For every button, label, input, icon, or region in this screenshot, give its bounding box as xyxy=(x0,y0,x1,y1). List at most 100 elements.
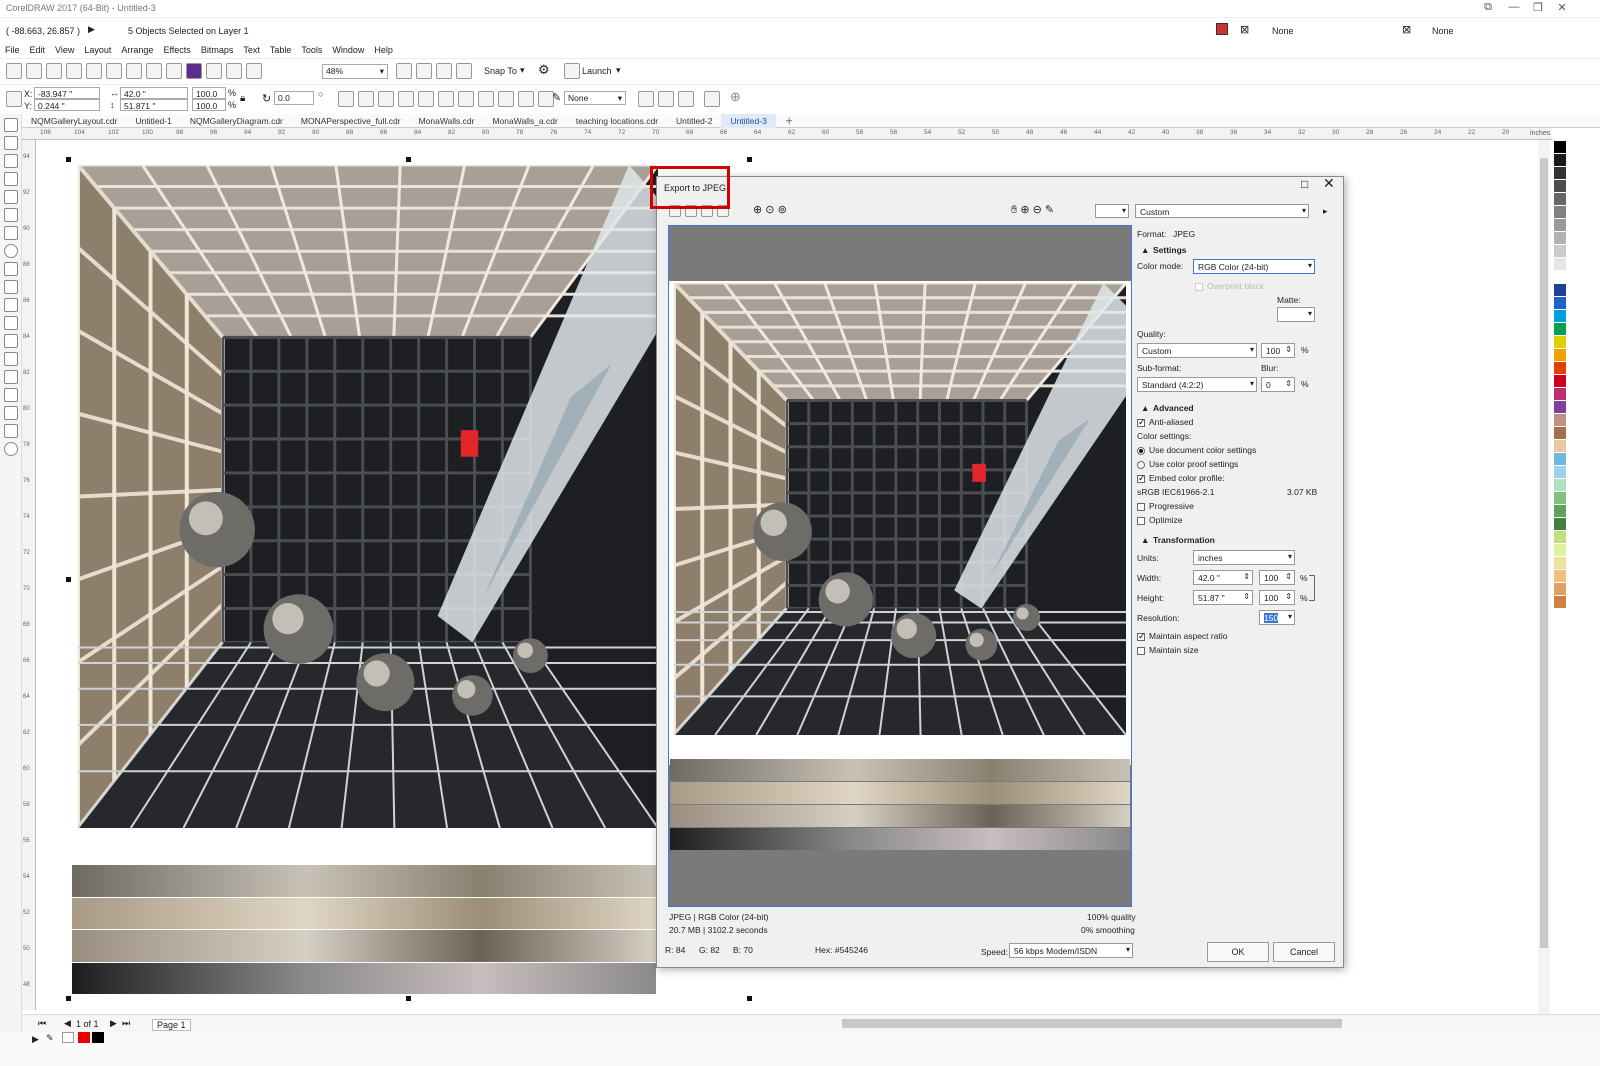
palette-swatch[interactable] xyxy=(1554,297,1566,309)
tab-teaching-locations[interactable]: teaching locations.cdr xyxy=(567,114,667,128)
new-document-icon[interactable] xyxy=(6,63,22,79)
copy-icon[interactable] xyxy=(106,63,122,79)
to-front-icon[interactable] xyxy=(658,91,674,107)
stepper-icon[interactable]: ⇕ xyxy=(1285,592,1292,602)
palette-swatch[interactable] xyxy=(1554,362,1566,374)
connector-tool-icon[interactable] xyxy=(4,316,18,330)
launch-icon[interactable] xyxy=(564,63,580,79)
palette-swatch[interactable] xyxy=(1554,310,1566,322)
menu-help[interactable]: Help xyxy=(369,43,398,57)
gallery-perspective-image[interactable] xyxy=(78,165,658,828)
object-origin-icon[interactable] xyxy=(6,91,22,107)
speed-select[interactable]: 56 kbps Modem/ISDN ▾ xyxy=(1009,943,1133,958)
dimension-tool-icon[interactable] xyxy=(4,298,18,312)
tab-monaperspective[interactable]: MONAPerspective_full.cdr xyxy=(292,114,410,128)
palette-swatch[interactable] xyxy=(1554,232,1566,244)
tab-monawalls[interactable]: MonaWalls.cdr xyxy=(410,114,484,128)
selection-handle[interactable] xyxy=(66,996,71,1001)
selection-handle[interactable] xyxy=(747,157,752,162)
outline-none-icon[interactable]: ⊠ xyxy=(1402,23,1411,36)
fill-icon[interactable] xyxy=(1216,23,1228,35)
artistic-media-icon[interactable] xyxy=(4,208,18,222)
wrap-text-icon[interactable] xyxy=(638,91,654,107)
palette-swatch[interactable] xyxy=(1554,219,1566,231)
stepper-icon[interactable]: ⇕ xyxy=(1243,572,1250,582)
intersect-icon[interactable] xyxy=(518,91,534,107)
palette-swatch[interactable] xyxy=(1554,388,1566,400)
progressive-box[interactable] xyxy=(1137,502,1145,511)
show-rulers-icon[interactable] xyxy=(416,63,432,79)
horizontal-scroll-thumb[interactable] xyxy=(842,1019,1342,1028)
palette-swatch[interactable] xyxy=(1554,193,1566,205)
combine-icon[interactable] xyxy=(458,91,474,107)
open-icon[interactable] xyxy=(26,63,42,79)
snap-to-dropdown[interactable]: Snap To xyxy=(484,66,517,76)
eyedropper-icon[interactable] xyxy=(4,370,18,384)
vertical-ruler[interactable]: 94 92 90 88 86 84 82 80 78 76 74 72 70 68 66 64 62 60 58 56… xyxy=(22,140,36,1010)
palette-swatch[interactable] xyxy=(1554,518,1566,530)
corel-connect-icon[interactable] xyxy=(186,63,202,79)
full-screen-icon[interactable] xyxy=(396,63,412,79)
zoom-in-icon[interactable]: ⊕ xyxy=(1020,204,1029,216)
use-proof-radio-dot[interactable] xyxy=(1137,460,1145,469)
stepper-icon[interactable]: ⇕ xyxy=(1285,345,1292,355)
interactive-fill-icon[interactable] xyxy=(4,388,18,402)
palette-swatch[interactable] xyxy=(1554,323,1566,335)
black-swatch[interactable] xyxy=(92,1032,104,1043)
play-icon[interactable]: ▶ xyxy=(88,24,95,35)
play-icon[interactable]: ▶ xyxy=(32,1034,39,1045)
resolution-field[interactable]: 150 ▾ xyxy=(1259,610,1295,625)
menu-edit[interactable]: Edit xyxy=(25,43,51,57)
zoom-in-icon[interactable]: ⊕ xyxy=(753,204,762,216)
fill-none-icon[interactable]: ⊠ xyxy=(1240,23,1249,36)
gear-icon[interactable]: ⚙ xyxy=(538,62,550,78)
palette-swatch[interactable] xyxy=(1554,154,1566,166)
overprint-black-box[interactable] xyxy=(1195,282,1203,291)
palette-swatch[interactable] xyxy=(1554,505,1566,517)
rectangle-tool-icon[interactable] xyxy=(4,226,18,240)
progressive-checkbox[interactable]: Progressive xyxy=(1137,501,1194,511)
use-document-radio[interactable]: Use document color settings xyxy=(1137,445,1256,455)
close-window-icon[interactable]: ✕ xyxy=(1552,1,1572,14)
wall-texture-strips[interactable] xyxy=(72,865,656,995)
palette-swatch[interactable] xyxy=(1554,479,1566,491)
palette-swatch[interactable] xyxy=(1554,375,1566,387)
red-swatch[interactable] xyxy=(78,1032,90,1043)
palette-swatch[interactable] xyxy=(1554,167,1566,179)
paste-icon[interactable] xyxy=(126,63,142,79)
polygon-tool-icon[interactable] xyxy=(4,262,18,276)
outline-pen-icon[interactable] xyxy=(4,424,18,438)
use-document-radio-dot[interactable] xyxy=(1137,446,1145,455)
menu-text[interactable]: Text xyxy=(238,43,265,57)
zoom-tool-icon[interactable] xyxy=(4,172,18,186)
palette-swatch[interactable] xyxy=(1554,180,1566,192)
selection-handle[interactable] xyxy=(406,157,411,162)
tab-monawalls-a[interactable]: MonaWalls_a.cdr xyxy=(483,114,566,128)
palette-swatch[interactable] xyxy=(1554,349,1566,361)
height-pct-field[interactable]: 100 ⇕ xyxy=(1259,590,1295,605)
palette-swatch[interactable] xyxy=(1554,570,1566,582)
embed-profile-checkbox[interactable]: Embed color profile: xyxy=(1137,473,1225,484)
menu-layout[interactable]: Layout xyxy=(79,43,116,57)
close-dialog-icon[interactable]: ✕ xyxy=(1323,175,1335,192)
restore-icon[interactable]: ⧉ xyxy=(1478,1,1498,14)
palette-swatch[interactable] xyxy=(1554,440,1566,452)
quality-number[interactable]: 100 ⇕ xyxy=(1261,343,1295,358)
undo-icon[interactable] xyxy=(146,63,162,79)
collapse-settings-icon[interactable]: ▲ xyxy=(1141,245,1149,255)
object-height-field[interactable]: 51.871 " xyxy=(120,99,188,111)
matte-color-select[interactable]: ▾ xyxy=(1277,307,1315,322)
palette-swatch[interactable] xyxy=(1554,141,1566,153)
zoom-actual-icon[interactable]: ⊚ xyxy=(778,204,787,216)
menu-table[interactable]: Table xyxy=(265,43,297,57)
eyedropper-icon[interactable]: ✎ xyxy=(1045,204,1054,216)
selection-handle[interactable] xyxy=(66,577,71,582)
mirror-vertical-icon[interactable] xyxy=(358,91,374,107)
menu-bitmaps[interactable]: Bitmaps xyxy=(196,43,239,57)
expand-icon[interactable]: ▸ xyxy=(1323,206,1328,217)
tab-nqmgallerylayout[interactable]: NQMGalleryLayout.cdr xyxy=(22,114,126,128)
lock-ratio-icon[interactable]: 🔒︎ xyxy=(240,93,245,104)
menu-effects[interactable]: Effects xyxy=(158,43,195,57)
outline-width-select[interactable]: None ▾ xyxy=(564,91,626,105)
zoom-out-icon[interactable]: ⊖ xyxy=(1033,204,1042,216)
